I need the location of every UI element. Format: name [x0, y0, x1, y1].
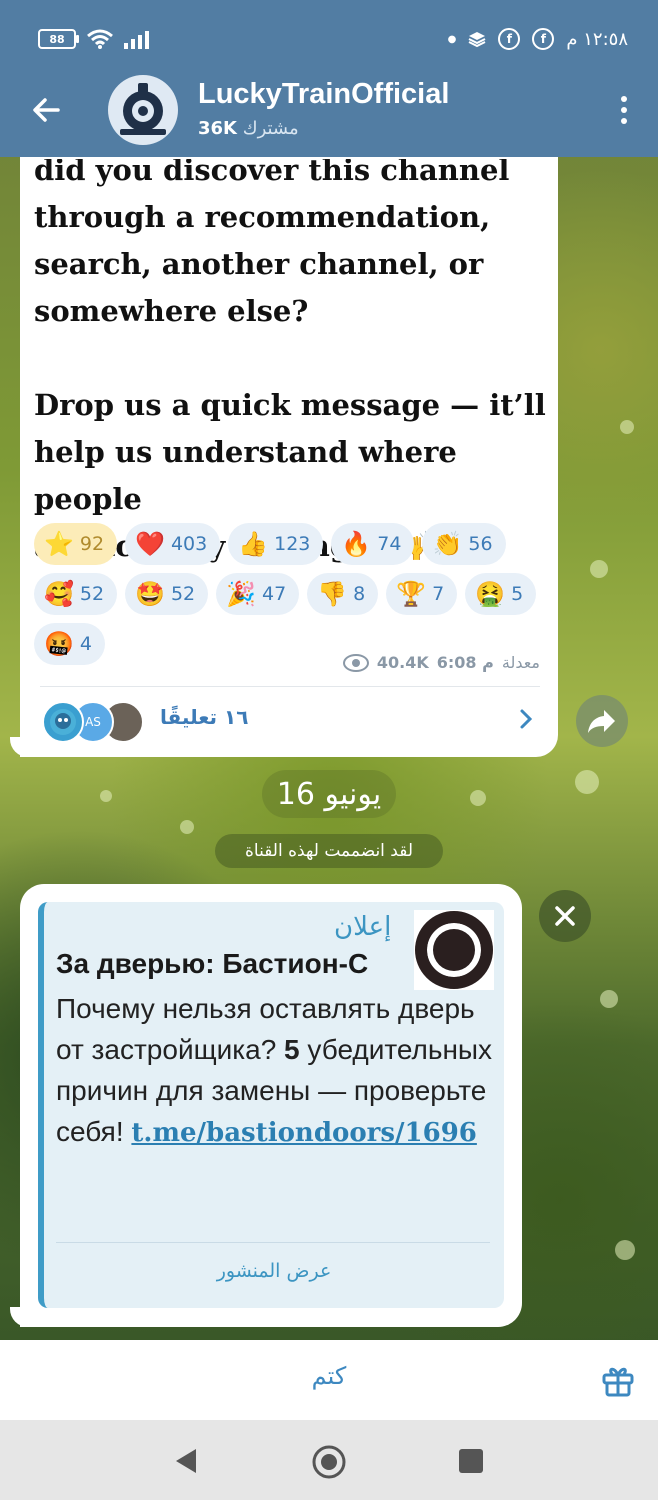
channel-header: 88 ● f f ١٢:٥٨ م LuckyTrainOfficial مشتر…: [0, 0, 658, 157]
wifi-icon: [87, 29, 113, 49]
commenter-avatar: [42, 701, 84, 743]
advertiser-logo: [414, 910, 494, 990]
reaction-heart[interactable]: ❤️ 403: [125, 523, 221, 565]
views-icon: [342, 653, 369, 672]
battery-icon: 88: [38, 29, 79, 49]
reaction-party[interactable]: 🎉 47: [216, 573, 300, 615]
nav-recents-icon[interactable]: [458, 1448, 484, 1474]
divider: [40, 686, 540, 687]
ad-title: За дверью: Бастион-С: [56, 948, 369, 979]
chevron-right-icon: [520, 709, 533, 729]
reaction-thumbs-down[interactable]: 👎 8: [307, 573, 379, 615]
train-logo-icon: [110, 77, 176, 143]
ad-card[interactable]: إعلان За дверью: Бастион-С Почему нельзя…: [38, 902, 504, 1308]
view-post-button[interactable]: عرض المنشور: [44, 1260, 504, 1282]
facebook-icon: f: [532, 28, 555, 50]
signal-icon: [124, 31, 149, 49]
close-icon: [555, 906, 575, 926]
facebook-icon: f: [498, 28, 521, 50]
clock-time: ١٢:٥٨ م: [566, 28, 628, 50]
post-meta: 40.4K 6:08 م معدلة: [342, 653, 540, 672]
ad-body: Почему нельзя оставлять дверь от застрой…: [56, 993, 493, 1148]
back-arrow-icon[interactable]: [28, 92, 64, 128]
more-options-icon[interactable]: [620, 96, 628, 128]
reaction-star[interactable]: ⭐ 92: [34, 523, 118, 565]
mute-button[interactable]: كتم: [0, 1362, 658, 1390]
status-bar: 88 ● f f ١٢:٥٨ م: [0, 0, 658, 80]
comments-row[interactable]: AS ١٦ تعليقًا: [42, 697, 540, 743]
layers-icon: [468, 32, 486, 48]
reaction-fire[interactable]: 🔥 74: [331, 523, 415, 565]
sponsored-message[interactable]: إعلان За дверью: Бастион-С Почему нельзя…: [20, 884, 522, 1327]
view-count: 40.4K: [376, 653, 429, 672]
post-time: 6:08 م: [436, 653, 494, 672]
edited-label: معدلة: [501, 653, 540, 672]
channel-post[interactable]: did you discover this channel through a …: [20, 157, 558, 757]
reaction-vomit[interactable]: 🤮 5: [465, 573, 537, 615]
reactions-bar: ⭐ 92 ❤️ 403 👍 123 🔥 74 👏 56 🥰 52 🤩 52 🎉 47 👎 8 🏆 7…: [34, 523, 554, 665]
share-arrow-icon: [588, 710, 615, 733]
channel-title[interactable]: LuckyTrainOfficial: [198, 78, 449, 111]
share-button[interactable]: [576, 695, 628, 747]
date-separator: 16 يونيو: [262, 770, 396, 818]
comments-count: ١٦ تعليقًا: [160, 705, 249, 729]
dot-icon: ●: [447, 33, 457, 45]
post-text: did you discover this channel through a …: [34, 153, 546, 563]
divider: [56, 1242, 490, 1243]
system-navigation-bar: [0, 1420, 658, 1500]
service-message: لقد انضممت لهذه القناة: [215, 834, 443, 868]
reaction-clap[interactable]: 👏 56: [422, 523, 506, 565]
reaction-trophy[interactable]: 🏆 7: [386, 573, 458, 615]
bottom-bar: كتم: [0, 1340, 658, 1420]
nav-home-icon[interactable]: [311, 1444, 347, 1480]
reaction-star-struck[interactable]: 🤩 52: [125, 573, 209, 615]
reaction-thumbs-up[interactable]: 👍 123: [228, 523, 324, 565]
ad-label: إعلان: [334, 912, 392, 942]
close-ad-button[interactable]: [539, 890, 591, 942]
reaction-cursing[interactable]: 🤬 4: [34, 623, 105, 665]
nav-back-icon[interactable]: [172, 1446, 200, 1476]
ad-link[interactable]: t.me/bastiondoors/1696: [131, 1118, 476, 1148]
reaction-smiling-hearts[interactable]: 🥰 52: [34, 573, 118, 615]
channel-avatar[interactable]: [108, 75, 178, 145]
gift-icon[interactable]: [600, 1362, 636, 1398]
subscriber-count: مشترك 36K: [198, 118, 299, 139]
